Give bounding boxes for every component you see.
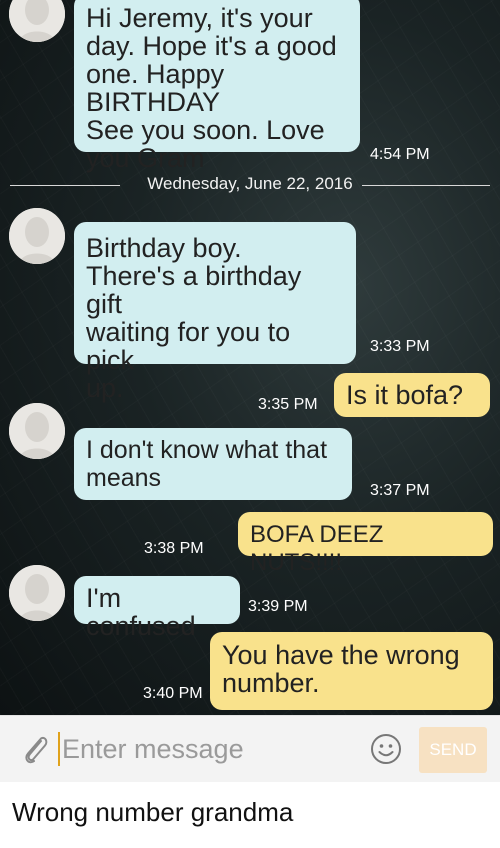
message-timestamp: 3:33 PM: [370, 338, 430, 355]
message-timestamp: 4:54 PM: [370, 146, 430, 163]
person-avatar-icon: [9, 0, 65, 42]
message-bubble-outgoing[interactable]: Is it bofa?: [334, 373, 490, 417]
message-bubble-incoming[interactable]: I don't know what that means: [74, 428, 352, 500]
message-bubble-incoming[interactable]: Hi Jeremy, it's your day. Hope it's a go…: [74, 0, 360, 172]
message-composer: SEND: [0, 715, 500, 782]
message-timestamp: 3:35 PM: [258, 396, 318, 413]
person-avatar-icon: [9, 403, 65, 459]
send-button[interactable]: SEND: [419, 727, 487, 773]
text-cursor: [58, 732, 60, 766]
date-divider-label: Wednesday, June 22, 2016: [147, 174, 353, 193]
message-timestamp: 3:39 PM: [248, 598, 308, 615]
contact-avatar[interactable]: [9, 403, 65, 459]
message-bubble-outgoing[interactable]: You have the wrong number.: [210, 632, 493, 710]
contact-avatar[interactable]: [9, 0, 65, 42]
contact-avatar[interactable]: [9, 208, 65, 264]
message-timestamp: 3:37 PM: [370, 482, 430, 499]
message-timestamp: 3:40 PM: [143, 685, 203, 702]
person-avatar-icon: [9, 565, 65, 621]
message-bubble-outgoing[interactable]: BOFA DEEZ NUTS!!!!: [238, 512, 493, 576]
paperclip-icon[interactable]: [20, 732, 50, 766]
meme-caption: Wrong number grandma: [12, 797, 294, 827]
conversation-view[interactable]: Hi Jeremy, it's your day. Hope it's a go…: [0, 0, 500, 715]
message-bubble-incoming[interactable]: Birthday boy. There's a birthday gift wa…: [74, 222, 356, 402]
message-timestamp: 3:38 PM: [144, 540, 204, 557]
smiley-icon[interactable]: [370, 733, 402, 765]
person-avatar-icon: [9, 208, 65, 264]
message-input[interactable]: [62, 730, 352, 768]
divider-line-right: [362, 185, 490, 186]
date-divider: Wednesday, June 22, 2016: [0, 170, 500, 200]
message-bubble-incoming[interactable]: I'm confused: [74, 576, 240, 640]
contact-avatar[interactable]: [9, 565, 65, 621]
